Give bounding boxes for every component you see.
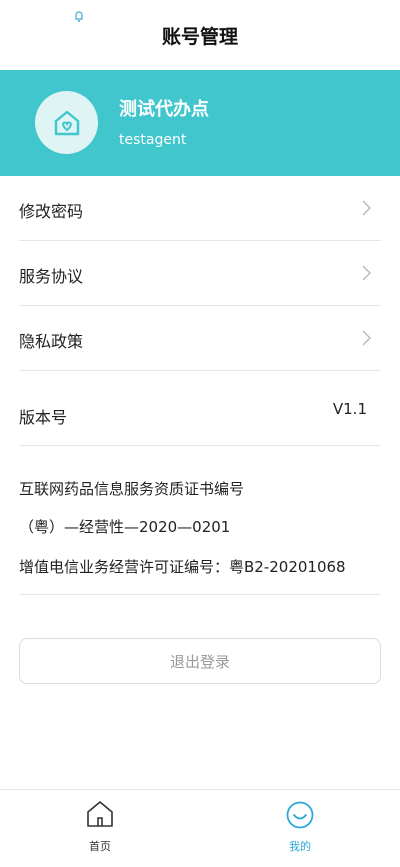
menu-item-label: 服务协议 (19, 267, 84, 286)
menu-item-label: 隐私政策 (19, 332, 84, 351)
version-row: 版本号 V1.1 (19, 371, 381, 446)
tab-mine[interactable]: 我的 (260, 790, 340, 867)
page-title: 账号管理 (161, 26, 238, 48)
home-icon (87, 801, 113, 827)
license-line-3: 增值电信业务经营许可证编号：粤B2-20201068 (19, 558, 346, 576)
menu-item-service-agreement[interactable]: 服务协议 (19, 241, 381, 306)
avatar (35, 91, 98, 154)
top-bar: 账号管理 (0, 0, 400, 70)
chevron-right-icon (362, 330, 371, 346)
menu-item-label: 修改密码 (19, 202, 84, 221)
logout-button[interactable]: 退出登录 (19, 638, 381, 684)
chevron-right-icon (362, 265, 371, 281)
version-label: 版本号 (19, 408, 68, 427)
bottom-tab-bar: 首页 我的 (0, 789, 400, 867)
tab-home[interactable]: 首页 (60, 790, 140, 867)
profile-name: 测试代办点 (119, 99, 209, 120)
chevron-right-icon (362, 200, 371, 216)
profile-card: 测试代办点 testagent (0, 70, 400, 176)
smile-icon (286, 801, 314, 829)
profile-account: testagent (119, 132, 187, 148)
license-line-2: （粤）—经营性—2020—0201 (19, 518, 231, 536)
notification-icon (75, 11, 83, 22)
tab-label: 首页 (89, 840, 111, 853)
menu-item-change-password[interactable]: 修改密码 (19, 176, 381, 241)
license-line-1: 互联网药品信息服务资质证书编号 (19, 480, 245, 498)
tab-label: 我的 (289, 840, 311, 853)
version-value: V1.1 (332, 400, 367, 418)
divider (19, 594, 381, 595)
home-heart-icon (54, 110, 79, 135)
menu-item-privacy-policy[interactable]: 隐私政策 (19, 306, 381, 371)
